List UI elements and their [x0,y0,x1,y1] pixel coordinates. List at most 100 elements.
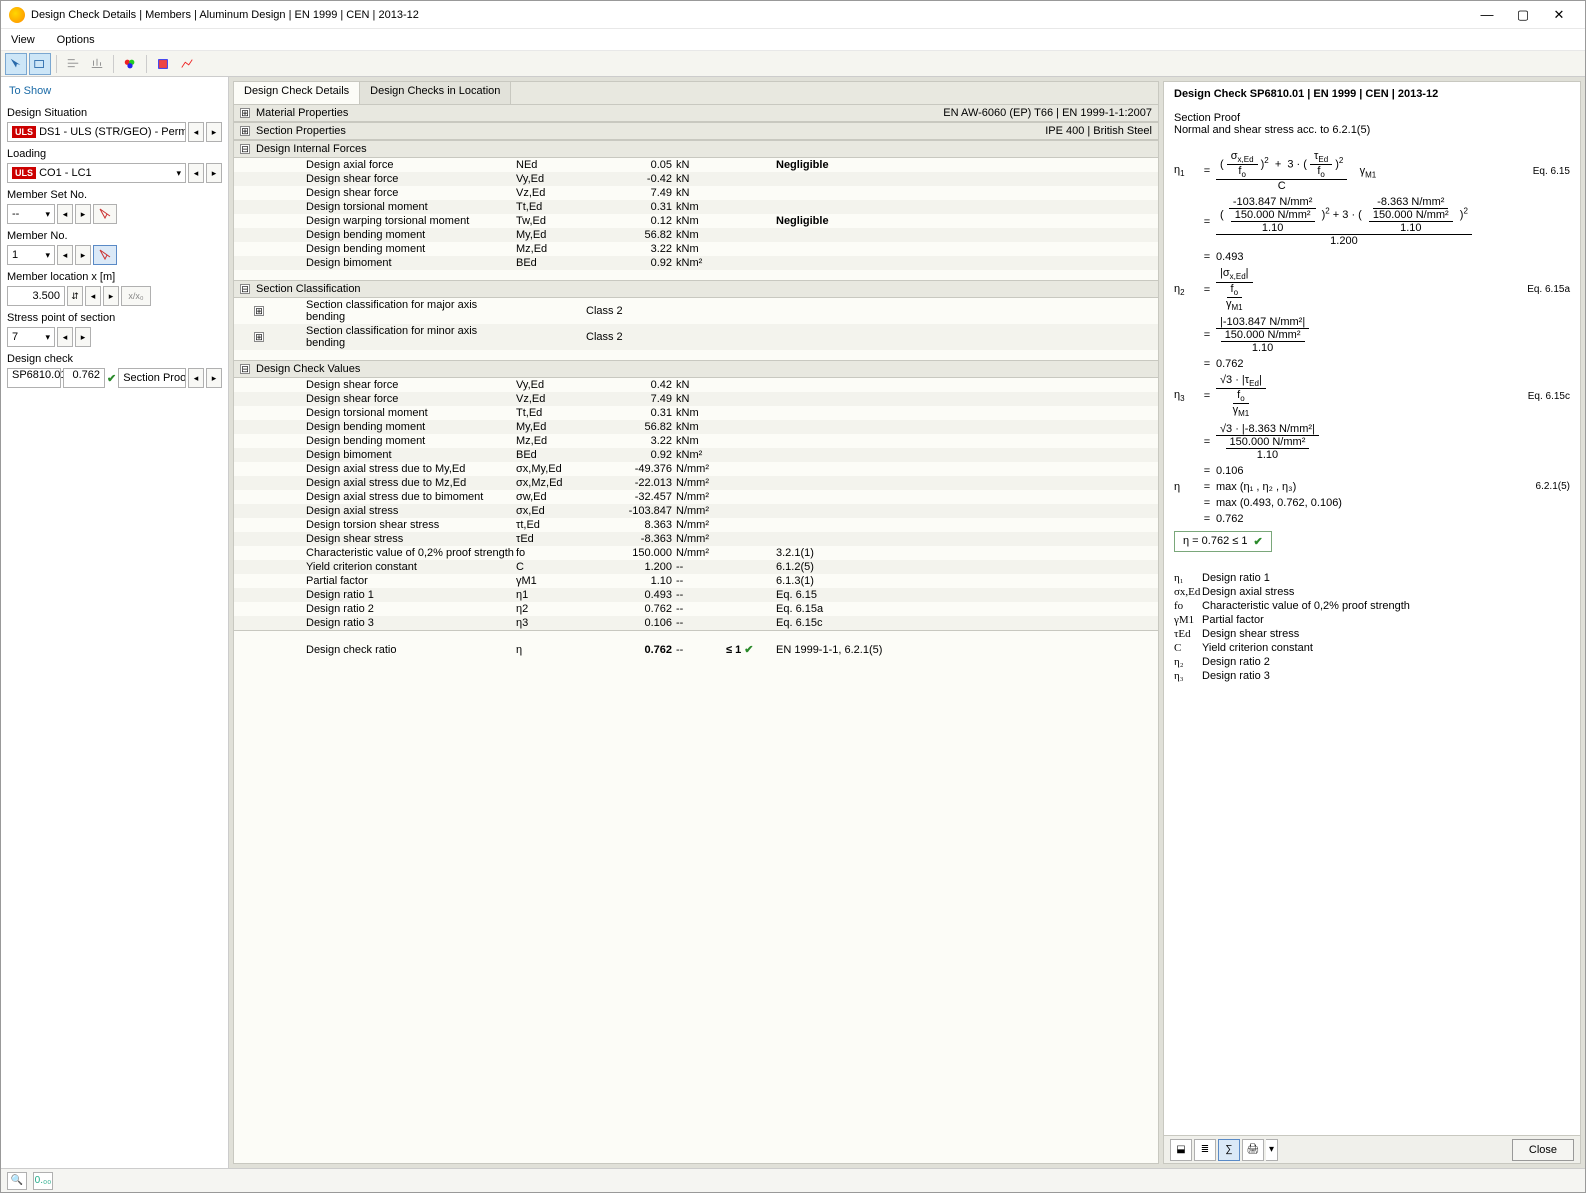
rp-desc: Normal and shear stress acc. to 6.2.1(5) [1174,124,1570,136]
group-label: Material Properties [256,107,348,119]
group-label: Design Check Values [256,363,360,375]
table-row: Design bending momentMy,Ed56.82kNm [234,420,1158,434]
minimize-button[interactable]: — [1469,3,1505,27]
dc-name-combo[interactable]: Section Proof...▾ [118,368,186,388]
expand-icon[interactable]: ⊞ [240,126,250,136]
table-row: Design torsional momentTt,Ed0.31kNm [234,200,1158,214]
prev-button[interactable]: ◂ [57,327,73,347]
result-box: η = 0.762 ≤ 1✔ [1174,531,1272,552]
table-row: Design shear forceVy,Ed0.42kN [234,378,1158,392]
right-panel: Design Check SP6810.01 | EN 1999 | CEN |… [1163,81,1581,1164]
legend-row: foCharacteristic value of 0,2% proof str… [1174,600,1570,612]
tool-colors-icon[interactable] [119,53,141,75]
table-row: Characteristic value of 0,2% proof stren… [234,546,1158,560]
next-button[interactable]: ▸ [103,286,119,306]
status-decimal-icon[interactable]: 0.₀₀ [33,1172,53,1190]
member-no-combo[interactable]: 1▾ [7,245,55,265]
table-row: Design axial stress due to Mz,Edσx,Mz,Ed… [234,476,1158,490]
expand-icon[interactable]: ⊟ [240,364,250,374]
table-row: Design bending momentMz,Ed3.22kNm [234,242,1158,256]
expand-icon[interactable]: ⊞ [240,108,250,118]
table-row: Design bimomentBEd0.92kNm² [234,256,1158,270]
tool-rectangle-icon[interactable] [29,53,51,75]
prev-button[interactable]: ◂ [85,286,101,306]
tool-shape-icon[interactable] [152,53,174,75]
rp-tool-dropdown-icon[interactable]: ▾ [1266,1139,1278,1161]
legend-row: CYield criterion constant [1174,642,1570,654]
prev-button[interactable]: ◂ [188,163,204,183]
maximize-button[interactable]: ▢ [1505,3,1541,27]
loading-combo[interactable]: ULS CO1 - LC1▾ [7,163,186,183]
rp-title: Design Check SP6810.01 | EN 1999 | CEN |… [1164,82,1580,106]
member-set-combo[interactable]: --▾ [7,204,55,224]
tab-design-checks-in-location[interactable]: Design Checks in Location [360,82,511,104]
status-search-icon[interactable]: 🔍 [7,1172,27,1190]
table-row: Design shear forceVy,Ed-0.42kN [234,172,1158,186]
left-panel: To Show Design Situation ULS DS1 - ULS (… [1,77,229,1168]
rp-subtitle: Section Proof [1174,112,1570,124]
tool-select-icon[interactable] [5,53,27,75]
design-check-label: Design check [7,353,222,365]
table-row: Design shear forceVz,Ed7.49kN [234,186,1158,200]
legend: η₁Design ratio 1 σx,EdDesign axial stress… [1174,572,1570,682]
expand-icon[interactable]: ⊟ [240,284,250,294]
member-location-input[interactable] [7,286,65,306]
expand-icon[interactable]: ⊞ [254,332,264,342]
menu-view[interactable]: View [7,32,39,48]
design-situation-combo[interactable]: ULS DS1 - ULS (STR/GEO) - Perman...▾ [7,122,186,142]
group-value: IPE 400 | British Steel [1045,125,1152,137]
table-row: Design shear forceVz,Ed7.49kN [234,392,1158,406]
check-icon: ✔ [107,372,116,385]
table-row: Design ratio 1η10.493--Eq. 6.15 [234,588,1158,602]
rp-tool-formula-icon[interactable]: ∑ [1218,1139,1240,1161]
toolbar [1,51,1585,77]
expand-icon[interactable]: ⊟ [240,144,250,154]
next-button[interactable]: ▸ [206,122,222,142]
menu-options[interactable]: Options [53,32,99,48]
next-button[interactable]: ▸ [75,204,91,224]
legend-row: γM1Partial factor [1174,614,1570,626]
tree-grid: ⊞ Material Properties EN AW-6060 (EP) T66 … [234,104,1158,1163]
stepper-up-down[interactable]: ⇵ [67,286,83,306]
rp-tool-1-icon[interactable]: ⬓ [1170,1139,1192,1161]
pick-icon[interactable] [93,204,117,224]
table-row: Design shear stressτEd-8.363N/mm² [234,532,1158,546]
prev-button[interactable]: ◂ [57,245,73,265]
xx0-button[interactable]: x/x₀ [121,286,151,306]
legend-row: η₃Design ratio 3 [1174,670,1570,682]
close-window-button[interactable]: ✕ [1541,3,1577,27]
tool-align-left-icon[interactable] [62,53,84,75]
stress-point-combo[interactable]: 7▾ [7,327,55,347]
tab-design-check-details[interactable]: Design Check Details [234,82,360,105]
legend-row: η₁Design ratio 1 [1174,572,1570,584]
table-row: Design bending momentMy,Ed56.82kNm [234,228,1158,242]
stress-point-label: Stress point of section [7,312,222,324]
middle-panel: Design Check Details Design Checks in Lo… [233,81,1159,1164]
tool-graph-icon[interactable] [176,53,198,75]
pick-member-icon[interactable] [93,245,117,265]
prev-button[interactable]: ◂ [188,368,204,388]
prev-button[interactable]: ◂ [188,122,204,142]
tabs: Design Check Details Design Checks in Lo… [234,82,1158,104]
prev-button[interactable]: ◂ [57,204,73,224]
group-label: Section Classification [256,283,361,295]
close-button[interactable]: Close [1512,1139,1574,1161]
next-button[interactable]: ▸ [206,163,222,183]
next-button[interactable]: ▸ [75,327,91,347]
titlebar: Design Check Details | Members | Aluminu… [1,1,1585,29]
next-button[interactable]: ▸ [75,245,91,265]
table-row: ⊞Section classification for major axis b… [234,298,1158,324]
table-row: Design axial forceNEd0.05kNNegligible [234,158,1158,172]
member-set-no-label: Member Set No. [7,189,222,201]
group-value: EN AW-6060 (EP) T66 | EN 1999-1-1:2007 [943,107,1152,119]
tool-align-bottom-icon[interactable] [86,53,108,75]
table-row: Design axial stress due to bimomentσw,Ed… [234,490,1158,504]
table-row: Design ratio 2η20.762--Eq. 6.15a [234,602,1158,616]
rp-tool-print-icon[interactable]: 🖨 [1242,1139,1264,1161]
next-button[interactable]: ▸ [206,368,222,388]
loading-label: Loading [7,148,222,160]
member-no-label: Member No. [7,230,222,242]
legend-row: σx,EdDesign axial stress [1174,586,1570,598]
expand-icon[interactable]: ⊞ [254,306,264,316]
rp-tool-list-icon[interactable]: ≣ [1194,1139,1216,1161]
